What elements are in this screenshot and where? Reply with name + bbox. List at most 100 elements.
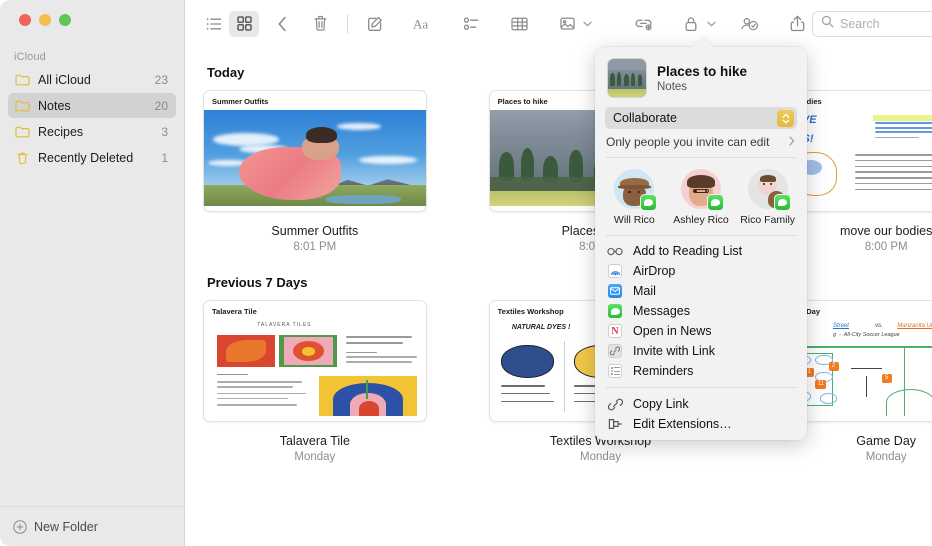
note-thumbnail[interactable]: Talavera Tile TALAVERA TILES [203, 300, 427, 422]
stepper-icon[interactable] [777, 110, 794, 127]
menu-item-mail[interactable]: Mail [595, 281, 807, 301]
checklist-button[interactable] [456, 11, 486, 37]
menu-item-label: Reminders [633, 364, 693, 378]
note-date: 8:01 PM [293, 241, 336, 253]
notes-window: iCloud All iCloud 23 Notes 20 [0, 0, 932, 546]
search-icon [821, 15, 834, 33]
sidebar-section-title: iCloud [0, 34, 184, 67]
menu-item-label: AirDrop [633, 264, 675, 278]
folder-icon [14, 72, 31, 87]
suggested-people: Will Rico Ashley Rico [595, 158, 807, 235]
person-name: Ashley Rico [673, 214, 728, 226]
collaborate-mode-label: Collaborate [613, 111, 677, 125]
permission-label: Only people you invite can edit [606, 135, 769, 149]
notes-grid-previous: Talavera Tile TALAVERA TILES [203, 300, 932, 463]
search-input[interactable]: Search [812, 11, 932, 37]
sidebar-item-count: 3 [161, 125, 168, 139]
chevron-down-icon[interactable] [707, 21, 716, 27]
chevron-down-icon[interactable] [583, 21, 592, 27]
avatar[interactable] [614, 169, 654, 209]
media-button[interactable] [552, 11, 592, 37]
menu-item-invite-with-link[interactable]: Invite with Link [595, 341, 807, 361]
note-date: Monday [580, 451, 621, 463]
delete-button[interactable] [305, 11, 335, 37]
minimize-button[interactable] [39, 14, 51, 26]
messages-icon [640, 194, 657, 211]
sidebar-item-label: Recipes [38, 125, 161, 139]
reminders-icon [606, 363, 624, 379]
note-thumbnail[interactable]: Summer Outfits [203, 90, 427, 212]
compose-button[interactable] [360, 11, 390, 37]
collaborate-button[interactable] [734, 11, 764, 37]
menu-item-label: Messages [633, 304, 690, 318]
list-view-button[interactable] [199, 11, 229, 37]
notes-content: Today Summer Outfits [185, 47, 932, 546]
sidebar-item-count: 1 [161, 151, 168, 165]
menu-item-label: Open in News [633, 324, 712, 338]
close-button[interactable] [19, 14, 31, 26]
folder-icon [14, 124, 31, 139]
note-card-summer-outfits[interactable]: Summer Outfits [203, 90, 427, 253]
share-button[interactable] [782, 11, 812, 37]
messages-icon [774, 194, 791, 211]
popover-header-text: Places to hike Notes [657, 64, 747, 93]
menu-item-label: Invite with Link [633, 344, 715, 358]
person-will-rico[interactable]: Will Rico [603, 169, 665, 226]
toolbar-separator [347, 14, 348, 34]
popover-arrow [692, 37, 714, 48]
format-button[interactable]: Aa [408, 11, 438, 37]
note-preview-image: TALAVERA TILES [204, 320, 426, 416]
menu-item-label: Add to Reading List [633, 244, 742, 258]
menu-item-copy-link[interactable]: Copy Link [595, 394, 807, 414]
note-title: Talavera Tile [280, 434, 350, 448]
avatar[interactable] [748, 169, 788, 209]
search-placeholder: Search [840, 17, 880, 31]
menu-item-add-to-reading-list[interactable]: Add to Reading List [595, 241, 807, 261]
shared-note-thumbnail [607, 58, 647, 98]
sidebar-item-recipes[interactable]: Recipes 3 [8, 119, 176, 144]
sidebar-item-count: 20 [155, 99, 168, 113]
menu-item-messages[interactable]: Messages [595, 301, 807, 321]
sidebar-list: All iCloud 23 Notes 20 Recipes 3 [0, 67, 184, 170]
table-button[interactable] [504, 11, 534, 37]
group-title-previous-7-days: Previous 7 Days [207, 275, 932, 290]
menu-item-label: Copy Link [633, 397, 689, 411]
menu-item-edit-extensions[interactable]: Edit Extensions… [595, 414, 807, 434]
new-folder-button[interactable]: New Folder [0, 506, 185, 546]
messages-icon [606, 303, 624, 319]
group-title-today: Today [207, 65, 932, 80]
collaborate-mode-select[interactable]: Collaborate [605, 107, 797, 129]
avatar[interactable] [681, 169, 721, 209]
person-rico-family[interactable]: Rico Family [737, 169, 799, 226]
lock-icon-wrap[interactable] [676, 11, 706, 37]
note-thumb-title: Summer Outfits [204, 91, 426, 110]
sidebar-item-label: Notes [38, 99, 155, 113]
sidebar-item-all-icloud[interactable]: All iCloud 23 [8, 67, 176, 92]
airdrop-icon [606, 263, 624, 279]
lock-button[interactable] [676, 11, 716, 37]
sidebar-item-notes[interactable]: Notes 20 [8, 93, 176, 118]
person-name: Rico Family [740, 214, 795, 226]
menu-item-airdrop[interactable]: AirDrop [595, 261, 807, 281]
note-card-talavera-tile[interactable]: Talavera Tile TALAVERA TILES [203, 300, 427, 463]
permission-row[interactable]: Only people you invite can edit [595, 129, 807, 157]
sidebar-item-recently-deleted[interactable]: Recently Deleted 1 [8, 145, 176, 170]
person-ashley-rico[interactable]: Ashley Rico [670, 169, 732, 226]
note-title: Summer Outfits [271, 224, 358, 238]
popover-header: Places to hike Notes [595, 47, 807, 106]
link-icon [606, 343, 624, 359]
sidebar: iCloud All iCloud 23 Notes 20 [0, 0, 185, 546]
shared-note-title: Places to hike [657, 64, 747, 79]
sidebar-item-label: Recently Deleted [38, 151, 161, 165]
menu-item-open-in-news[interactable]: N Open in News [595, 321, 807, 341]
gallery-view-button[interactable] [229, 11, 259, 37]
share-popover: Places to hike Notes Collaborate Only pe… [595, 47, 807, 440]
menu-item-reminders[interactable]: Reminders [595, 361, 807, 381]
news-icon: N [606, 323, 624, 339]
mail-icon [606, 283, 624, 299]
zoom-button[interactable] [59, 14, 71, 26]
back-button[interactable] [267, 11, 297, 37]
menu-item-label: Edit Extensions… [633, 417, 732, 431]
media-icon-wrap[interactable] [552, 11, 582, 37]
link-button[interactable] [628, 11, 658, 37]
